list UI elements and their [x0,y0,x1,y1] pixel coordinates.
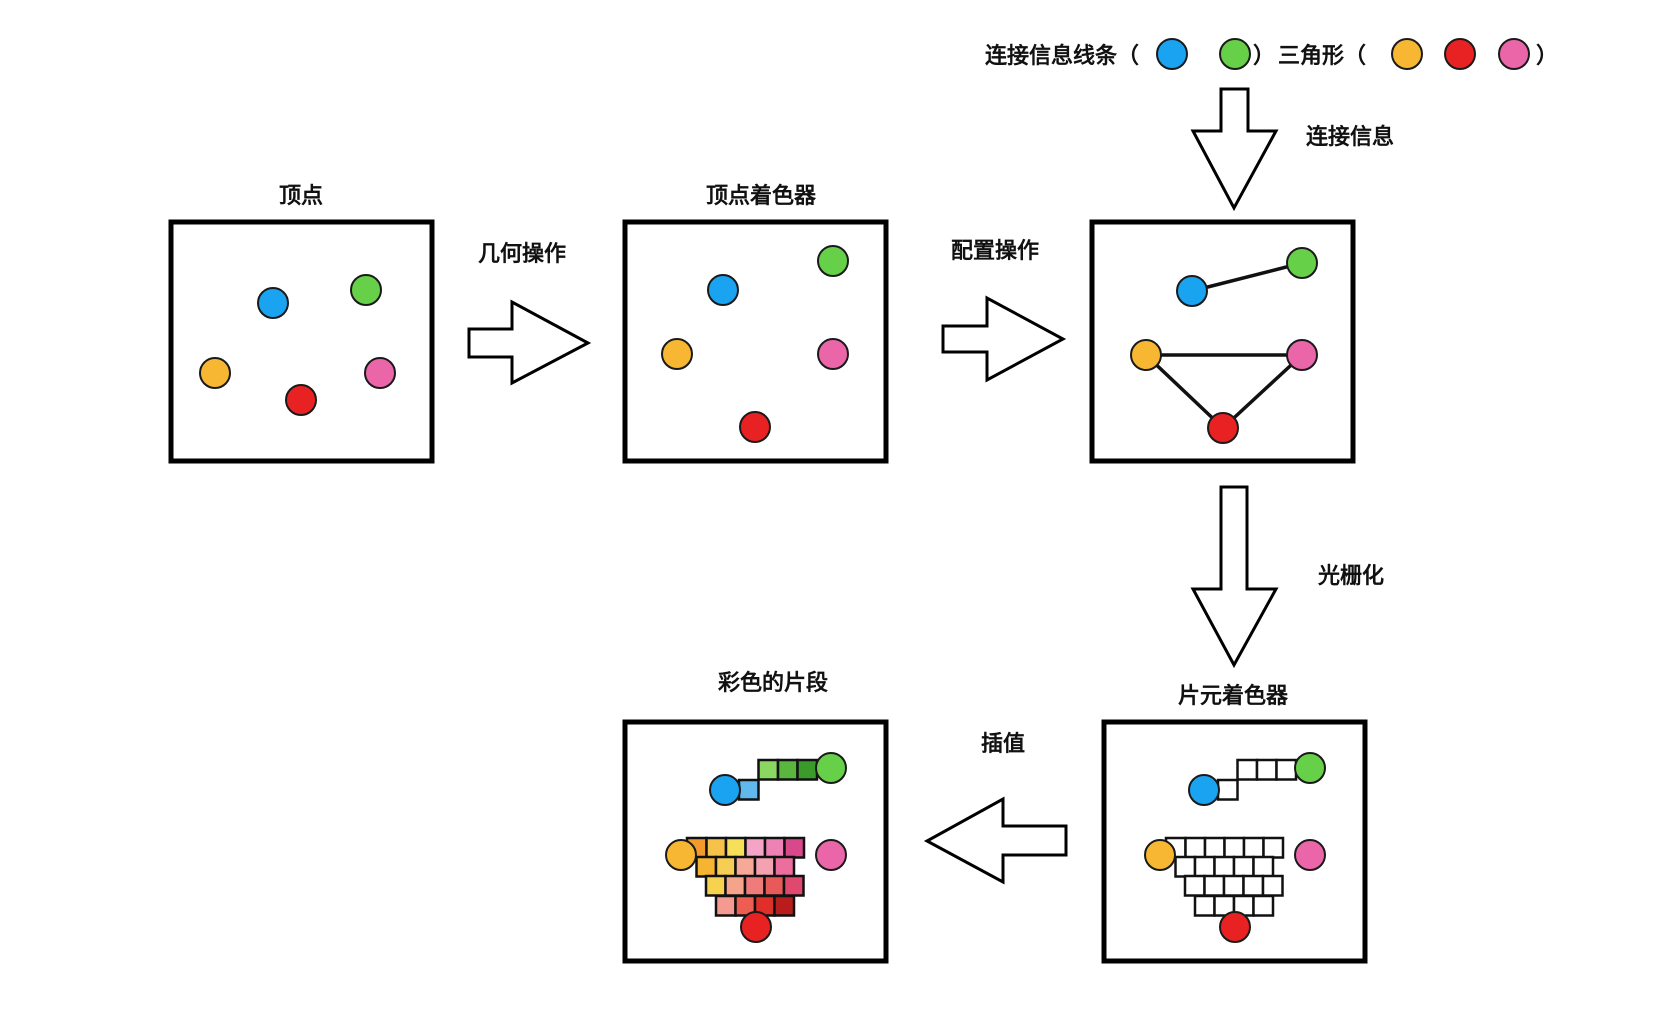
orange-vertex [1144,839,1176,871]
arrow-connection [1190,87,1279,212]
triangle-fragment [1183,874,1206,897]
triangle-fragment [695,855,718,878]
pink-vertex [817,338,849,370]
blue-vertex [1176,275,1208,307]
triangle-fragment [724,836,747,859]
arrow-config [941,295,1067,383]
triangle-fragment [1213,855,1236,878]
pink-vertex [364,357,396,389]
triangle-fragment [753,855,776,878]
line-fragment [757,758,780,781]
triangle-fragment [1174,855,1197,878]
line-fragment [1236,758,1259,781]
triangle-fragment [724,874,747,897]
triangle-fragment [1223,836,1246,859]
stage-vertices-title: 顶点 [279,183,323,209]
arrow-rasterize-label: 光栅化 [1317,563,1384,589]
stage-vertices-box [168,219,435,464]
legend: 连接信息线条（ ） 三角形（ ） [985,38,1558,70]
stage-vertex-shader-title: 顶点着色器 [706,183,817,209]
orange-vertex [665,839,697,871]
line-fragment [1255,758,1278,781]
legend-triangle-close: ） [1536,44,1558,69]
line-fragment [1275,758,1298,781]
pink-vertex [1286,339,1318,371]
pink-vertex [815,839,847,871]
orange-vertex [199,357,231,389]
blue-vertex [1188,774,1220,806]
triangle-fragment [714,855,737,878]
line-fragment [796,758,819,781]
triangle-fragment [782,874,805,897]
arrow-interpolate-label: 插值 [981,731,1025,757]
legend-triangle-label: 三角形（ [1278,43,1366,69]
triangle-fragment [1252,894,1275,917]
triangle-fragment [1222,874,1245,897]
triangle-fragment [744,836,767,859]
triangle-fragment [773,855,796,878]
legend-pink-vertex [1498,38,1530,70]
legend-lines-close: ） [1253,44,1275,69]
red-vertex [285,384,317,416]
triangle-fragment [734,855,757,878]
triangle-fragment [1242,836,1265,859]
blue-vertex [257,287,289,319]
legend-blue-vertex [1156,38,1188,70]
green-vertex [1294,752,1326,784]
pink-vertex [1294,839,1326,871]
triangle-fragment [743,874,766,897]
triangle-fragment [704,874,727,897]
triangle-fragment [714,894,737,917]
triangle-fragment [1184,836,1207,859]
triangle-fragment [1203,874,1226,897]
triangle-fragment [1252,855,1275,878]
triangle-fragment [1261,874,1284,897]
line-fragment [1216,778,1239,801]
triangle-fragment [763,874,786,897]
stage-colored-fragments-title: 彩色的片段 [717,670,828,696]
triangle-fragment [783,836,806,859]
triangle-fragment [1232,855,1255,878]
line-fragment [776,758,799,781]
arrow-rasterize [1190,485,1279,669]
arrow-interpolate [923,796,1068,885]
red-vertex [739,411,771,443]
arrow-connection-label: 连接信息 [1306,124,1394,150]
green-vertex [817,245,849,277]
triangle-fragment [763,836,786,859]
legend-lines-label: 连接信息线条（ [985,43,1139,69]
legend-red-vertex [1444,38,1476,70]
triangle-fragment [1193,894,1216,917]
red-vertex [1219,911,1251,943]
triangle-fragment [705,836,728,859]
triangle-fragment [773,894,796,917]
green-vertex [1286,247,1318,279]
orange-vertex [1130,339,1162,371]
triangle-fragment [1193,855,1216,878]
green-vertex [350,274,382,306]
triangle-fragment [1203,836,1226,859]
legend-green-vertex [1219,38,1251,70]
arrow-geometry-label: 几何操作 [478,241,566,267]
red-vertex [740,911,772,943]
legend-orange-vertex [1391,38,1423,70]
triangle-fragment [1242,874,1265,897]
arrow-geometry [467,299,592,386]
graphics-pipeline-diagram: 连接信息线条（ ） 三角形（ ） 顶点 几何操作 顶点着色器 配置操作 连接信息… [168,38,1558,964]
orange-vertex [661,338,693,370]
arrow-config-label: 配置操作 [951,239,1039,264]
stage-fragment-shader-title: 片元着色器 [1178,683,1289,709]
red-vertex [1207,412,1239,444]
triangle-fragment [1262,836,1285,859]
green-vertex [815,752,847,784]
blue-vertex [709,774,741,806]
blue-vertex [707,274,739,306]
line-fragment [737,778,760,801]
